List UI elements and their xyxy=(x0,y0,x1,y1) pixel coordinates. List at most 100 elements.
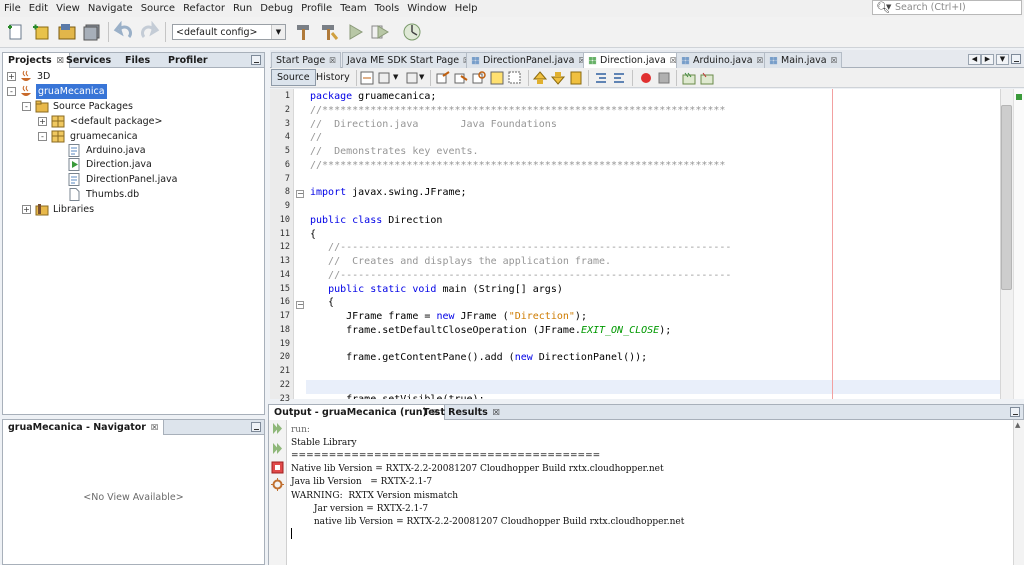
expand-icon[interactable]: + xyxy=(7,72,16,81)
close-icon[interactable]: ☒ xyxy=(493,408,500,417)
show-opened-documents-icon[interactable]: ▼ xyxy=(996,54,1009,65)
search-box[interactable]: 🔍︎ ▼ Search (Ctrl+I) xyxy=(872,0,1022,15)
open-project-button[interactable] xyxy=(56,21,78,43)
minimize-icon[interactable] xyxy=(251,55,261,65)
code-line[interactable]: frame.setDefaultCloseOperation (JFrame.E… xyxy=(310,325,671,336)
previous-bookmark-icon[interactable] xyxy=(533,71,547,85)
run-button[interactable] xyxy=(344,21,366,43)
fold-collapse-icon[interactable]: − xyxy=(296,301,304,309)
tab-java-me-sdk-start-page[interactable]: Java ME SDK Start Page☒ xyxy=(342,52,475,68)
code-line[interactable]: frame.setVisible(true); xyxy=(310,394,485,400)
code-line[interactable]: //--------------------------------------… xyxy=(310,242,731,253)
code-line[interactable]: //**************************************… xyxy=(310,105,725,116)
forward-icon[interactable] xyxy=(404,71,418,85)
undo-button[interactable] xyxy=(113,20,135,43)
menu-help[interactable]: Help xyxy=(451,0,482,14)
toggle-bookmark-icon[interactable] xyxy=(569,71,583,85)
chevron-down-icon[interactable]: ▼ xyxy=(271,25,285,39)
code-line[interactable]: { xyxy=(310,229,316,240)
fold-collapse-icon[interactable]: − xyxy=(296,190,304,198)
tree-item-3d[interactable]: + 3D xyxy=(3,69,263,84)
code-line[interactable]: // Demonstrates key events. xyxy=(310,146,479,157)
code-line[interactable]: public static void main (String[] args) xyxy=(310,284,563,295)
menu-team[interactable]: Team xyxy=(336,0,370,14)
build-button[interactable] xyxy=(293,21,315,43)
stop-macro-recording-icon[interactable] xyxy=(657,71,671,85)
code-line[interactable]: // xyxy=(310,132,322,143)
menu-view[interactable]: View xyxy=(52,0,84,14)
redo-button[interactable] xyxy=(138,20,160,43)
last-edit-icon[interactable] xyxy=(360,71,374,85)
tab-projects[interactable]: Projects ☒ xyxy=(3,53,70,68)
toggle-rectangular-selection-icon[interactable] xyxy=(508,71,522,85)
menu-tools[interactable]: Tools xyxy=(371,0,404,14)
tab-navigator[interactable]: gruaMecanica - Navigator ☒ xyxy=(3,420,165,435)
close-icon[interactable]: ☒ xyxy=(757,56,764,65)
stop-icon[interactable] xyxy=(271,461,284,474)
tree-item-libraries[interactable]: + Libraries xyxy=(3,202,263,217)
tree-item-gruamecanica-package[interactable]: - gruamecanica xyxy=(3,129,263,144)
minimize-icon[interactable] xyxy=(251,422,261,432)
tree-item-source-packages[interactable]: - Source Packages xyxy=(3,99,263,114)
tab-direction-java[interactable]: ▦ Direction.java ☒ xyxy=(583,52,682,68)
code-line[interactable]: public class Direction xyxy=(310,215,442,226)
code-line[interactable]: import javax.swing.JFrame; xyxy=(310,187,467,198)
back-icon[interactable] xyxy=(378,71,392,85)
scroll-tabs-right-icon[interactable]: ▶ xyxy=(981,54,994,65)
menu-run[interactable]: Run xyxy=(229,0,256,14)
tree-item-arduino-java[interactable]: Arduino.java xyxy=(3,143,263,158)
menu-window[interactable]: Window xyxy=(403,0,450,14)
configuration-dropdown[interactable]: <default config> ▼ xyxy=(172,24,286,40)
code-line[interactable]: { xyxy=(310,297,334,308)
code-line[interactable]: package gruamecanica; xyxy=(310,91,436,102)
save-all-button[interactable] xyxy=(81,21,103,43)
tab-test-results[interactable]: Test Results ☒ xyxy=(418,405,505,420)
code-line[interactable]: JFrame frame = new JFrame ("Direction"); xyxy=(310,311,587,322)
menu-navigate[interactable]: Navigate xyxy=(84,0,137,14)
code-line[interactable]: //**************************************… xyxy=(310,160,725,171)
rerun-icon[interactable] xyxy=(271,422,284,435)
next-bookmark-icon[interactable] xyxy=(551,71,565,85)
maximize-icon[interactable] xyxy=(1011,54,1021,64)
shift-line-right-icon[interactable] xyxy=(612,71,626,85)
comment-icon[interactable] xyxy=(682,71,696,85)
tab-directionpanel-java[interactable]: ▦ DirectionPanel.java ☒ xyxy=(466,52,591,68)
clean-build-button[interactable] xyxy=(318,21,340,43)
find-previous-icon[interactable] xyxy=(436,71,450,85)
settings-icon[interactable] xyxy=(271,478,284,491)
code-line[interactable]: //--------------------------------------… xyxy=(310,270,731,281)
tree-item-direction-java[interactable]: Direction.java xyxy=(3,157,263,172)
close-icon[interactable]: ☒ xyxy=(329,56,336,65)
tab-services[interactable]: Services xyxy=(61,53,116,68)
expand-icon[interactable]: + xyxy=(22,205,31,214)
menu-edit[interactable]: Edit xyxy=(25,0,52,14)
collapse-icon[interactable]: - xyxy=(38,132,47,141)
chevron-down-icon[interactable]: ▼ xyxy=(886,3,891,11)
rerun-with-options-icon[interactable] xyxy=(271,442,284,455)
start-macro-recording-icon[interactable] xyxy=(639,71,653,85)
toggle-highlight-icon[interactable] xyxy=(490,71,504,85)
code-line[interactable]: frame.getContentPane().add (new Directio… xyxy=(310,352,647,363)
uncomment-icon[interactable] xyxy=(700,71,714,85)
chevron-down-icon[interactable]: ▼ xyxy=(393,73,398,81)
new-file-button[interactable] xyxy=(5,21,27,43)
menu-file[interactable]: File xyxy=(0,0,25,14)
menu-refactor[interactable]: Refactor xyxy=(179,0,229,14)
code-line[interactable]: // Creates and displays the application … xyxy=(310,256,611,267)
code-line[interactable]: // Direction.java Java Foundations xyxy=(310,119,557,130)
expand-icon[interactable]: + xyxy=(38,117,47,126)
menu-profile[interactable]: Profile xyxy=(297,0,336,14)
source-view-button[interactable]: Source xyxy=(271,69,316,86)
editor-scrollbar-thumb[interactable] xyxy=(1001,105,1012,290)
history-view-button[interactable]: History xyxy=(310,69,356,86)
find-selection-icon[interactable] xyxy=(472,71,486,85)
close-icon[interactable]: ☒ xyxy=(151,423,158,432)
close-icon[interactable]: ☒ xyxy=(831,56,838,65)
output-vertical-scrollbar[interactable]: ▲ xyxy=(1013,420,1024,565)
tab-main-java[interactable]: ▦ Main.java ☒ xyxy=(764,52,843,68)
collapse-icon[interactable]: - xyxy=(7,87,16,96)
new-project-button[interactable] xyxy=(30,21,52,43)
tab-arduino-java[interactable]: ▦ Arduino.java ☒ xyxy=(676,52,769,68)
chevron-down-icon[interactable]: ▼ xyxy=(419,73,424,81)
tree-item-thumbs-db[interactable]: Thumbs.db xyxy=(3,187,263,202)
